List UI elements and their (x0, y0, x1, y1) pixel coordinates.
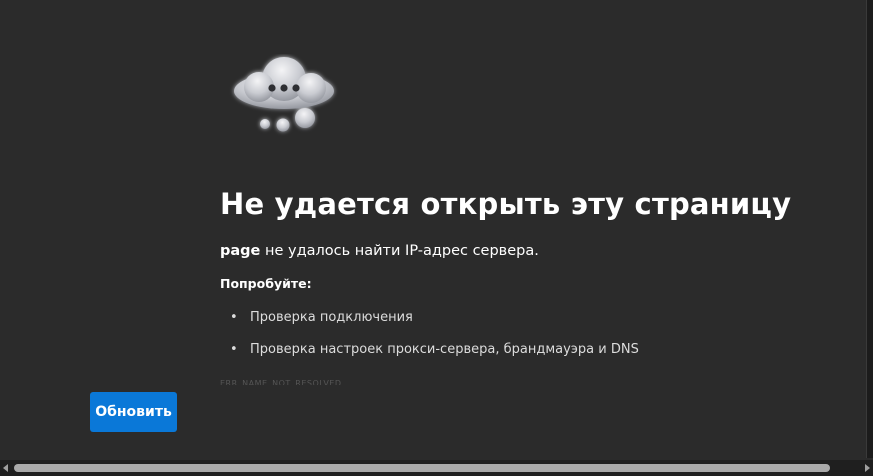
page-title: Не удается открыть эту страницу (220, 187, 792, 221)
suggestion-list: Проверка подключения Проверка настроек п… (230, 308, 639, 372)
refresh-button[interactable]: Обновить (90, 392, 177, 432)
scroll-left-arrow-icon[interactable] (3, 464, 8, 472)
error-message: page не удалось найти IP-адрес сервера. (220, 243, 539, 259)
cloud-error-icon (226, 54, 342, 138)
error-code: ERR_NAME_NOT_RESOLVED (220, 379, 342, 385)
scrollbar-thumb[interactable] (14, 464, 830, 472)
vertical-scroll-edge[interactable] (866, 0, 873, 458)
horizontal-scrollbar[interactable] (0, 460, 873, 476)
scroll-right-arrow-icon[interactable] (865, 464, 870, 472)
error-page: Не удается открыть эту страницу page не … (0, 0, 873, 476)
suggestion-check-proxy: Проверка настроек прокси-сервера, брандм… (230, 340, 639, 372)
suggestion-check-connection: Проверка подключения (230, 308, 639, 340)
try-label: Попробуйте: (220, 276, 312, 291)
host-name: page (220, 243, 261, 259)
error-message-text: не удалось найти IP-адрес сервера. (260, 243, 539, 259)
